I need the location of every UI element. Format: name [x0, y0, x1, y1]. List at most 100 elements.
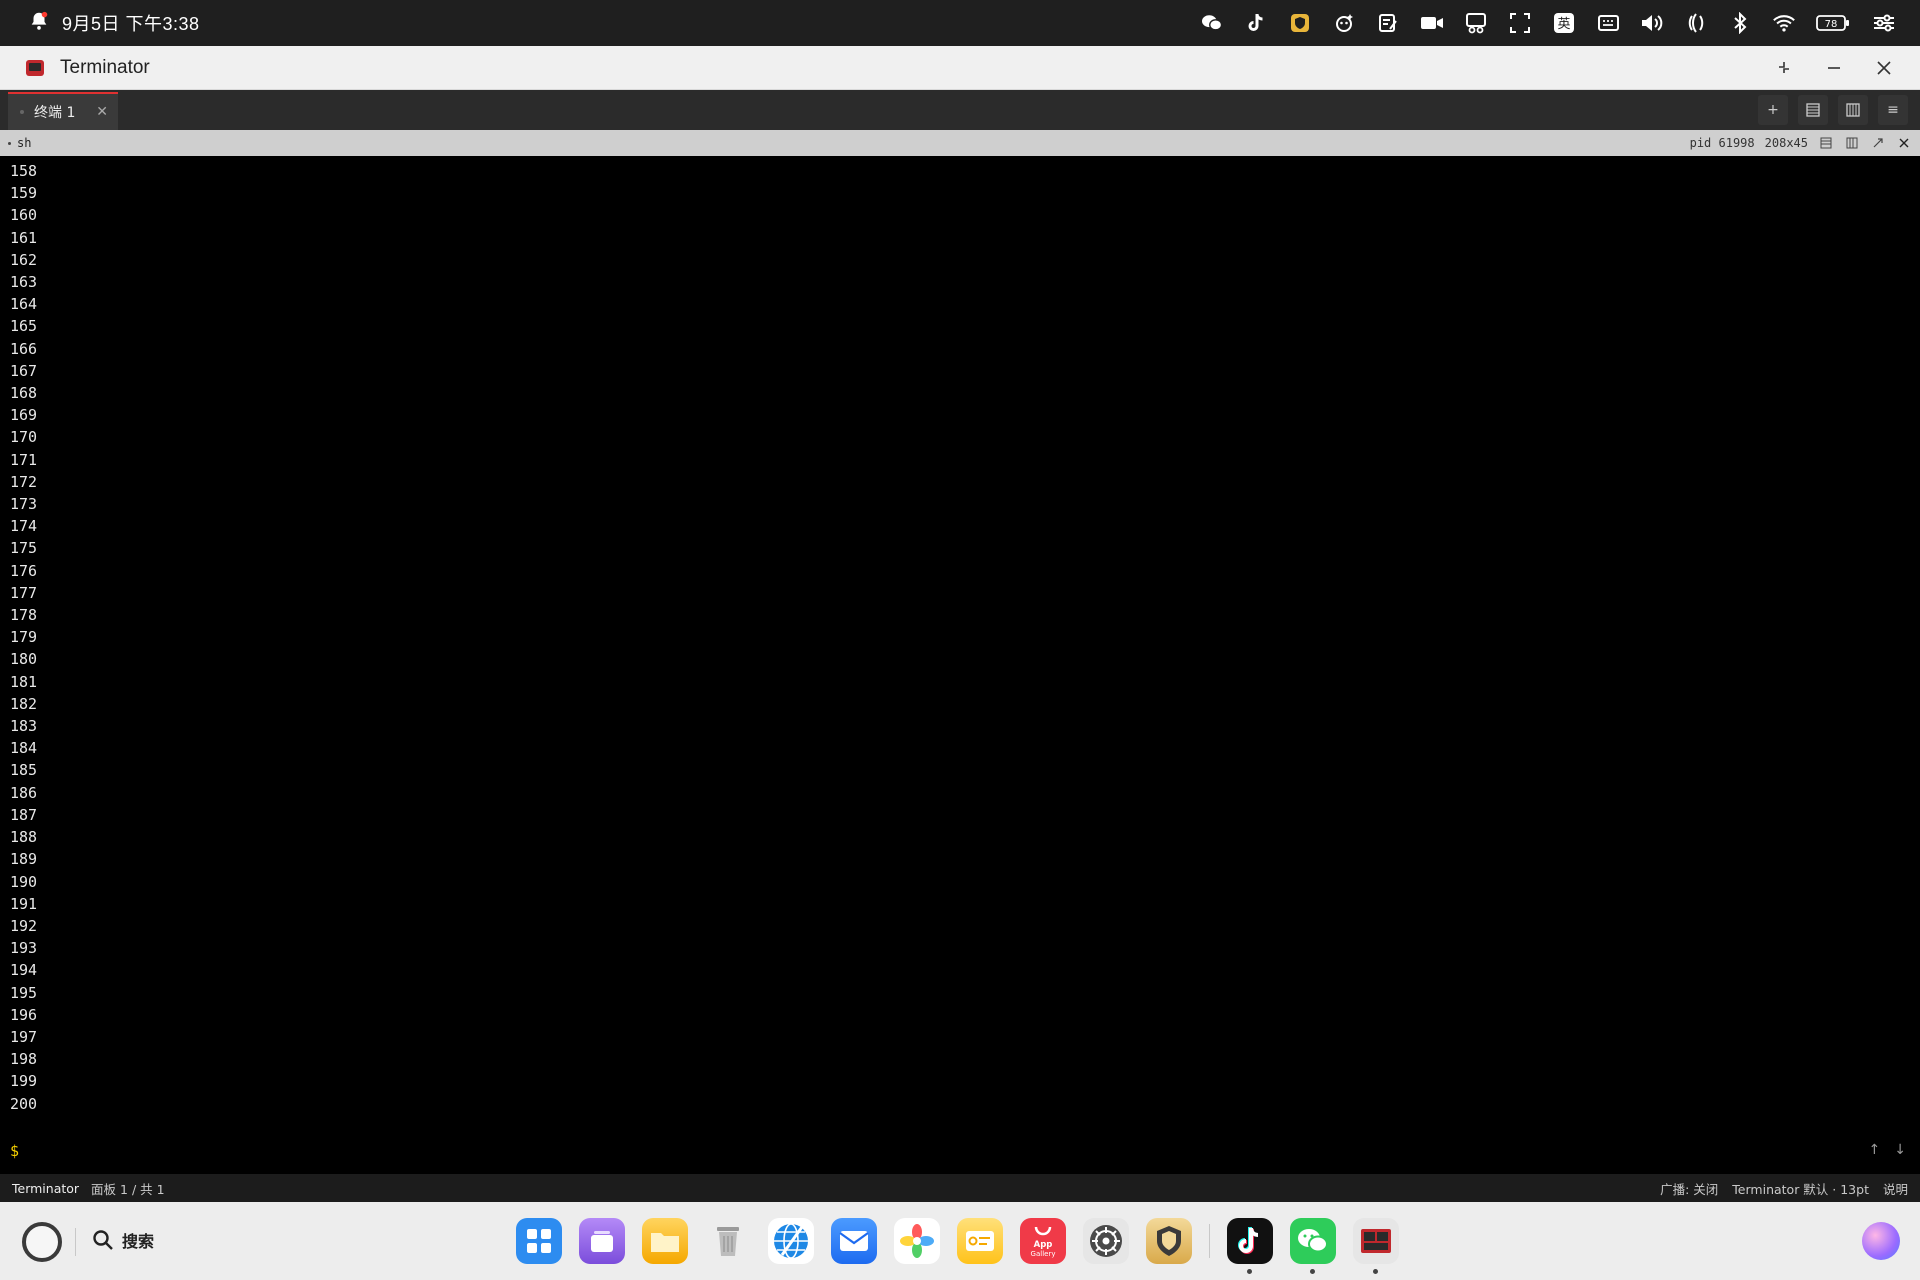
terminal-line: 172: [10, 472, 38, 491]
tab-close-icon[interactable]: ✕: [96, 104, 108, 120]
screen-record-icon[interactable]: [1420, 11, 1444, 35]
terminator-app-icon[interactable]: [1353, 1218, 1399, 1274]
terminal-line: 189: [10, 850, 38, 869]
status-app-name: Terminator: [12, 1180, 80, 1196]
pane-title: sh: [17, 136, 32, 150]
tab-terminal-1[interactable]: 终端 1 ✕: [8, 92, 118, 130]
scroll-up-icon[interactable]: ↑: [1869, 1142, 1881, 1158]
wifi-icon[interactable]: [1772, 11, 1796, 35]
terminal-line: 184: [10, 739, 38, 758]
settings-app-icon[interactable]: [1083, 1218, 1129, 1264]
terminal-line: 160: [10, 206, 38, 225]
launcher-app-icon[interactable]: [516, 1218, 562, 1264]
new-tab-button[interactable]: +: [1758, 95, 1788, 125]
terminal-line: 165: [10, 317, 38, 336]
pane-split-h-icon[interactable]: [1818, 135, 1834, 151]
search-button[interactable]: 搜索: [92, 1228, 154, 1252]
ai-assistant-orb[interactable]: [1862, 1222, 1900, 1260]
dock-apps: App Gallery: [516, 1218, 1399, 1274]
system-tray: 英 78: [1200, 0, 1896, 46]
browser-app-icon[interactable]: [768, 1218, 814, 1264]
shield-app-icon[interactable]: [1288, 11, 1312, 35]
terminal-line: 171: [10, 450, 38, 469]
window-title-bar[interactable]: Terminator: [0, 46, 1920, 90]
app-gallery-label-2: Gallery: [1031, 1250, 1056, 1258]
control-center-icon[interactable]: [1872, 11, 1896, 35]
terminal-line: 186: [10, 783, 38, 802]
split-horizontal-button[interactable]: [1798, 95, 1828, 125]
split-vertical-button[interactable]: [1838, 95, 1868, 125]
files-app-icon[interactable]: [642, 1218, 688, 1264]
terminal-line: 191: [10, 894, 38, 913]
terminal-line: 197: [10, 1027, 38, 1046]
terminal-line: 167: [10, 361, 38, 380]
trash-app-icon[interactable]: [705, 1218, 751, 1264]
status-help[interactable]: 说明: [1883, 1179, 1908, 1198]
tiktok-icon[interactable]: [1244, 11, 1268, 35]
pane-indicator-dot: [8, 141, 11, 145]
screenshot-icon[interactable]: [1464, 11, 1488, 35]
terminal-area[interactable]: 158 159 160 161 162 163 164 165 166 167 168 169 170 1…: [0, 156, 1920, 1174]
nfc-icon[interactable]: [1684, 11, 1708, 35]
pane-maximize-icon[interactable]: [1870, 135, 1886, 151]
terminal-line: 198: [10, 1050, 38, 1069]
close-button[interactable]: [1872, 56, 1896, 80]
window-status-bar: Terminator 面板 1 / 共 1 广播: 关闭 Terminator …: [0, 1174, 1920, 1202]
terminal-line: 161: [10, 228, 38, 247]
notification-bell-icon[interactable]: [28, 10, 50, 36]
input-method-icon[interactable]: 英: [1552, 11, 1576, 35]
multitask-app-icon[interactable]: [579, 1218, 625, 1264]
search-label: 搜索: [122, 1232, 155, 1251]
terminal-line: 180: [10, 650, 38, 669]
app-gallery-label-1: App: [1034, 1240, 1053, 1250]
mail-app-icon[interactable]: [831, 1218, 877, 1264]
home-button[interactable]: [22, 1222, 62, 1262]
system-status-bar: 9月5日 下午3:38 英 78: [0, 0, 1920, 46]
terminal-line: 177: [10, 583, 38, 602]
status-profile[interactable]: Terminator 默认 · 13pt: [1732, 1179, 1869, 1198]
pane-split-v-icon[interactable]: [1844, 135, 1860, 151]
bluetooth-icon[interactable]: [1728, 11, 1752, 35]
minimize-button[interactable]: [1822, 56, 1846, 80]
tab-bar: 终端 1 ✕ + ≡: [0, 90, 1920, 130]
notes-icon[interactable]: [1376, 11, 1400, 35]
ai-assistant-icon[interactable]: [1332, 11, 1356, 35]
terminal-line: 196: [10, 1005, 38, 1024]
terminal-line: 182: [10, 694, 38, 713]
search-icon: [93, 1230, 113, 1250]
taskbar-dock: 搜索 App Gallery: [0, 1202, 1920, 1280]
battery-icon[interactable]: 78: [1816, 11, 1852, 35]
terminal-line: 194: [10, 961, 38, 980]
notes-app-icon[interactable]: [957, 1218, 1003, 1264]
app-gallery-icon[interactable]: App Gallery: [1020, 1218, 1066, 1264]
volume-icon[interactable]: [1640, 11, 1664, 35]
region-capture-icon[interactable]: [1508, 11, 1532, 35]
terminal-line: 158: [10, 162, 38, 180]
shell-prompt: $: [10, 1142, 20, 1160]
terminator-app-icon: [26, 59, 44, 76]
svg-text:英: 英: [1557, 17, 1570, 32]
wechat-icon[interactable]: [1200, 11, 1224, 35]
terminal-line: 170: [10, 428, 38, 447]
terminal-line: 174: [10, 517, 38, 536]
gallery-app-icon[interactable]: [894, 1218, 940, 1264]
terminal-line: 175: [10, 539, 38, 558]
status-broadcast[interactable]: 广播: 关闭: [1660, 1179, 1718, 1198]
running-indicator: [1373, 1269, 1378, 1274]
terminal-line: 179: [10, 628, 38, 647]
security-app-icon[interactable]: [1146, 1218, 1192, 1264]
pane-close-icon[interactable]: [1896, 135, 1912, 151]
restore-button[interactable]: [1772, 56, 1796, 80]
terminal-output: 158 159 160 161 162 163 164 165 166 167 168 169 170 1…: [10, 160, 37, 1115]
menu-icon[interactable]: ≡: [1878, 95, 1908, 125]
scroll-down-icon[interactable]: ↓: [1894, 1142, 1906, 1158]
status-pane-info: 面板 1 / 共 1: [91, 1181, 165, 1197]
terminal-line: 166: [10, 339, 38, 358]
wechat-app-icon[interactable]: [1290, 1218, 1336, 1274]
keyboard-icon[interactable]: [1596, 11, 1620, 35]
pane-pid: pid 61998: [1689, 136, 1755, 150]
terminal-line: 195: [10, 983, 38, 1002]
clock[interactable]: 9月5日 下午3:38: [62, 10, 200, 36]
tab-label: 终端 1: [34, 105, 76, 121]
tiktok-app-icon[interactable]: [1227, 1218, 1273, 1274]
